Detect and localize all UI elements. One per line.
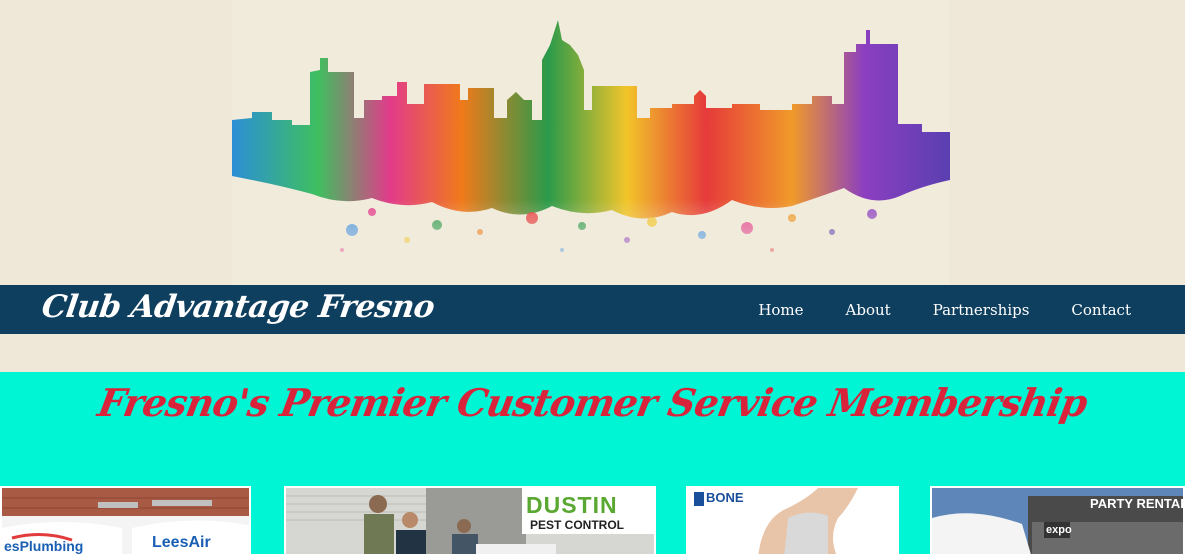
partner-expo-sign: expo bbox=[1046, 524, 1072, 536]
page-tagline: Fresno's Premier Customer Service Member… bbox=[94, 380, 1091, 425]
spacer-band bbox=[0, 334, 1185, 372]
nav-contact-link[interactable]: Contact bbox=[1071, 301, 1131, 319]
nav-partnerships-link[interactable]: Partnerships bbox=[933, 301, 1030, 319]
partner-card-plumbing[interactable]: esPlumbing LeesAir bbox=[0, 486, 251, 554]
tagline-section: Fresno's Premier Customer Service Member… bbox=[0, 372, 1185, 554]
partner-plumbing-text: esPlumbing bbox=[4, 538, 84, 554]
partner-dustin-logo-text: DUSTIN bbox=[526, 492, 618, 518]
partner-card-bone-store[interactable]: BONE bbox=[686, 486, 899, 554]
site-logo-title[interactable]: Club Advantage Fresno bbox=[39, 289, 436, 325]
skyline-watercolor-image bbox=[232, 0, 950, 285]
nav-menu: Home About Partnerships Contact bbox=[758, 285, 1131, 334]
nav-about-link[interactable]: About bbox=[846, 301, 891, 319]
partner-bone-logo-text: BONE bbox=[706, 490, 744, 505]
partner-air-text: LeesAir bbox=[152, 534, 211, 551]
partner-pest-control-text: PEST CONTROL bbox=[530, 518, 625, 532]
hero-banner bbox=[0, 0, 1185, 285]
partner-card-party-rentals[interactable]: PARTY RENTALS expo bbox=[930, 486, 1185, 554]
partner-party-rentals-sign: PARTY RENTALS bbox=[1090, 496, 1183, 511]
nav-home-link[interactable]: Home bbox=[758, 301, 803, 319]
main-navbar: Club Advantage Fresno Home About Partner… bbox=[0, 285, 1185, 334]
partner-card-pest-control[interactable]: DUSTIN PEST CONTROL bbox=[284, 486, 656, 554]
